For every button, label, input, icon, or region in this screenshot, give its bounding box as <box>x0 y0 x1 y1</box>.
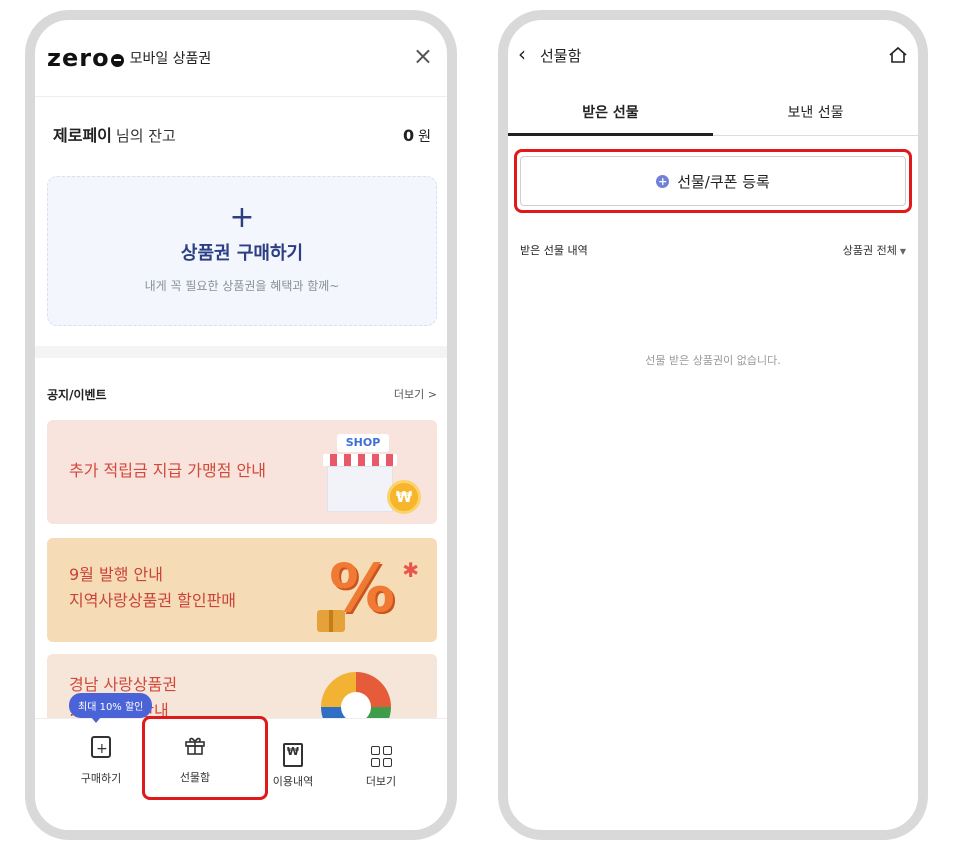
empty-state-message: 선물 받은 상품권이 없습니다. <box>645 354 781 367</box>
balance-value: 0원 <box>403 126 431 146</box>
page-title: 선물함 <box>540 47 582 65</box>
section-separator <box>35 346 447 358</box>
balance-name: 제로페이 <box>53 126 112 145</box>
header-divider <box>35 96 447 97</box>
nav-label: 구매하기 <box>80 772 122 785</box>
balance-owner: 제로페이 님의 잔고 <box>53 122 176 146</box>
highlight-box-register <box>514 149 912 213</box>
balance-row: 제로페이 님의 잔고 0원 <box>53 122 431 146</box>
back-icon[interactable]: ‹ <box>518 42 526 66</box>
discount-illustration: % ✱ <box>315 550 419 634</box>
phone-giftbox-screen: ‹ 선물함 받은 선물 보낸 선물 + 선물/쿠폰 등록 받은 선물 내역 상품… <box>498 10 928 840</box>
balance-amount: 0 <box>402 126 415 145</box>
logo-text: zero <box>47 44 110 72</box>
gift-box-icon <box>317 610 345 632</box>
logo-mark-icon <box>110 53 124 67</box>
balance-suffix: 님의 잔고 <box>115 127 176 145</box>
plus-icon: + <box>229 200 255 235</box>
event-banner[interactable]: 9월 발행 안내 지역사랑상품권 할인판매 % ✱ <box>47 538 437 642</box>
dropdown-arrow-icon: ▼ <box>899 247 906 256</box>
balance-unit: 원 <box>418 129 431 145</box>
banner-line: 9월 발행 안내 <box>69 565 163 584</box>
won-coin-icon: ₩ <box>387 480 421 514</box>
buy-icon <box>61 733 141 764</box>
buy-voucher-card[interactable]: + 상품권 구매하기 내게 꼭 필요한 상품권을 혜택과 함께~ <box>47 176 437 326</box>
zero-logo: zero <box>47 44 124 72</box>
giftbox-header: ‹ 선물함 <box>508 36 918 76</box>
close-icon[interactable]: × <box>413 44 433 68</box>
voucher-filter-dropdown[interactable]: 상품권 전체 ▼ <box>843 242 906 258</box>
nav-item-buy[interactable]: 구매하기 <box>61 733 141 786</box>
buy-voucher-title: 상품권 구매하기 <box>180 243 304 264</box>
sparkle-icon: ✱ <box>402 558 419 582</box>
shop-sign: SHOP <box>337 434 389 452</box>
giftbox-tabs: 받은 선물 보낸 선물 <box>508 92 918 136</box>
nav-label: 더보기 <box>365 775 397 788</box>
event-banner[interactable]: 추가 적립금 지급 가맹점 안내 SHOP ₩ <box>47 420 437 524</box>
banner-text: 9월 발행 안내 지역사랑상품권 할인판매 <box>69 562 236 614</box>
banner-line: 지역사랑상품권 할인판매 <box>69 591 237 610</box>
grid-icon <box>341 733 421 767</box>
phone-main-screen: zero 모바일 상품권 × 제로페이 님의 잔고 0원 + 상품권 구매하기 내… <box>25 10 457 840</box>
highlight-box-giftbox <box>142 716 268 800</box>
tab-received[interactable]: 받은 선물 <box>508 92 713 136</box>
discount-tooltip: 최대 10% 할인 <box>69 693 153 723</box>
banner-line: 추가 적립금 지급 가맹점 안내 <box>69 461 266 480</box>
app-name: 모바일 상품권 <box>129 51 212 67</box>
tab-sent[interactable]: 보낸 선물 <box>713 92 918 135</box>
banner-text: 추가 적립금 지급 가맹점 안내 <box>69 458 266 484</box>
app-header: zero 모바일 상품권 × <box>47 38 435 78</box>
notice-header: 공지/이벤트 더보기 > <box>47 386 437 403</box>
home-icon[interactable] <box>888 46 908 64</box>
buy-voucher-subtitle: 내게 꼭 필요한 상품권을 혜택과 함께~ <box>144 279 340 293</box>
more-link[interactable]: 더보기 > <box>394 386 437 403</box>
filter-label: 상품권 전체 <box>842 244 897 257</box>
received-list-header: 받은 선물 내역 상품권 전체 ▼ <box>520 242 906 258</box>
nav-item-more[interactable]: 더보기 <box>341 733 421 789</box>
notice-title: 공지/이벤트 <box>47 388 107 402</box>
shop-body <box>327 466 393 512</box>
received-list-title: 받은 선물 내역 <box>520 244 588 257</box>
shop-illustration: SHOP ₩ <box>319 432 423 516</box>
shop-awning <box>323 454 397 466</box>
